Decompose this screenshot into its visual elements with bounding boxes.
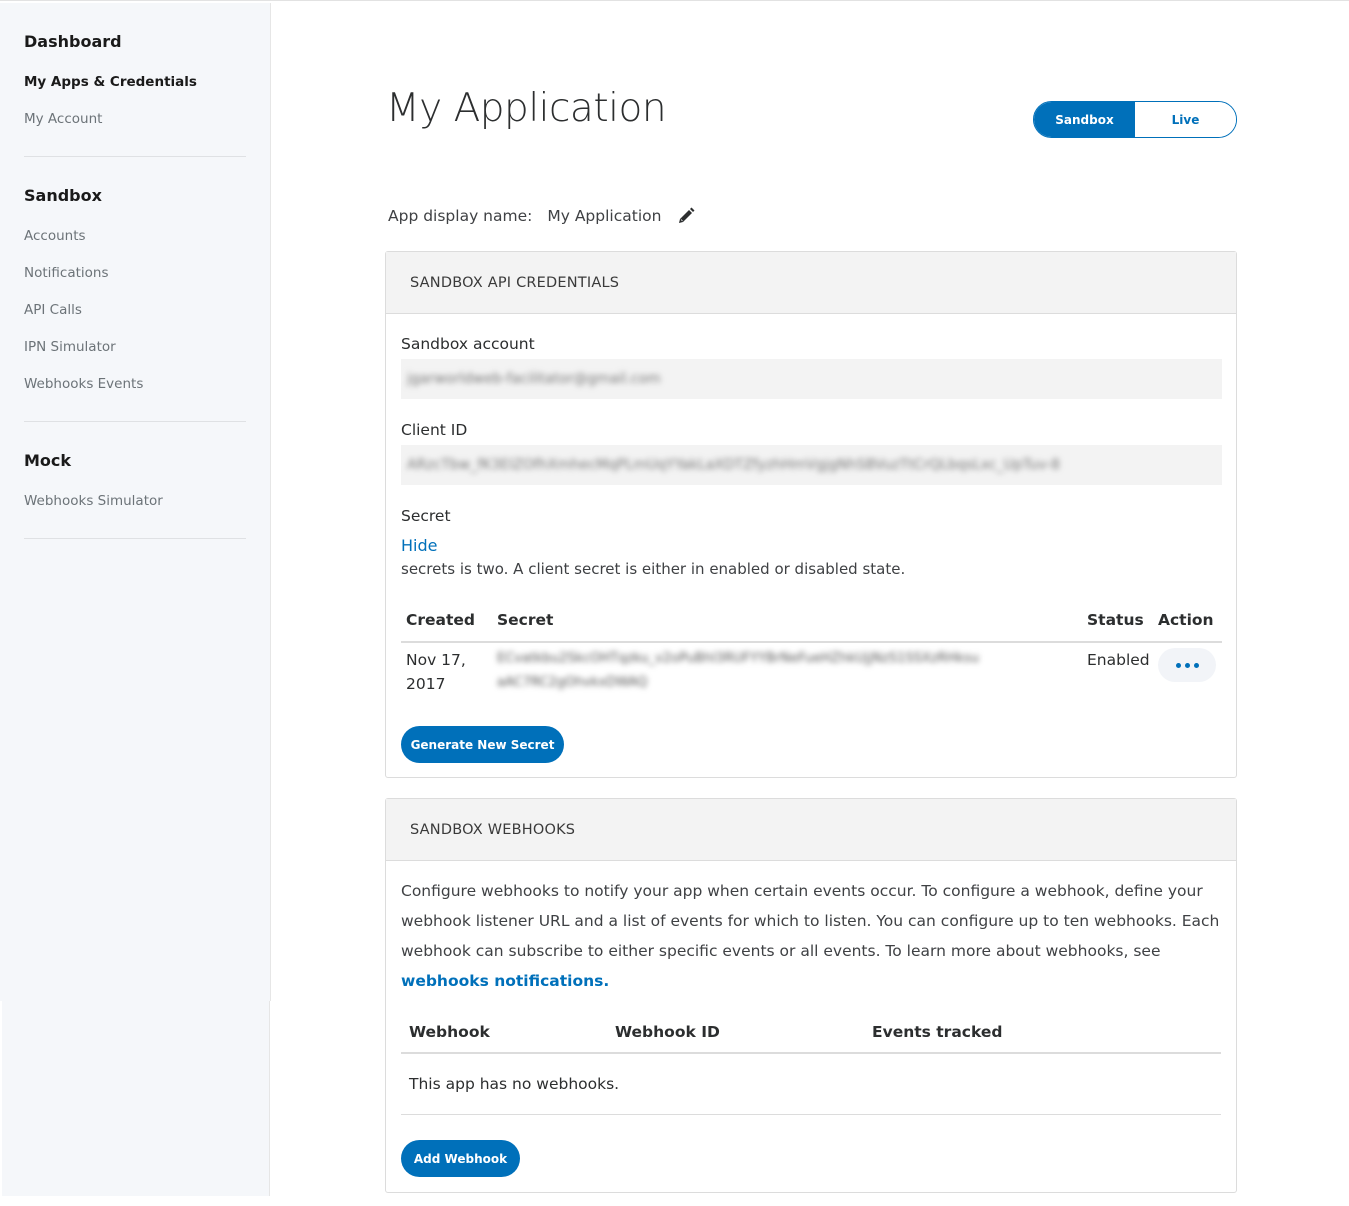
sidebar-divider [24,421,246,422]
sandbox-account-field[interactable]: jgarworldweb-facilitator@gmail.com [401,359,1222,399]
empty-webhooks-message: This app has no webhooks. [409,1075,620,1093]
secret-value-line2: aAC7RC2gOhvkxDWAQ [497,675,648,690]
sidebar-heading-dashboard: Dashboard [24,32,122,51]
app-display-name: App display name: My Application [388,206,696,226]
secret-value-line1: ECvatkbu2SkcOHTqzku_v2oPuBhI3RUFYYBrNeFu… [497,651,979,666]
sandbox-webhooks-card: SANDBOX WEBHOOKS Configure webhooks to n… [385,798,1237,1193]
webhooks-description: Configure webhooks to notify your app wh… [401,876,1221,996]
sidebar-heading-mock: Mock [24,451,72,470]
secret-note: secrets is two. A client secret is eithe… [401,560,906,578]
secret-label: Secret [401,507,451,525]
sidebar-item-notifications[interactable]: Notifications [24,265,109,281]
sidebar-item-api-calls[interactable]: API Calls [24,302,82,318]
column-header-webhook: Webhook [409,1023,490,1041]
sidebar-divider [24,538,246,539]
sandbox-api-credentials-card: SANDBOX API CREDENTIALS Sandbox account … [385,251,1237,778]
column-header-action: Action [1158,611,1214,629]
sandbox-account-label: Sandbox account [401,335,535,353]
sandbox-toggle-button[interactable]: Sandbox [1034,102,1135,137]
sidebar-item-webhooks-simulator[interactable]: Webhooks Simulator [24,493,163,509]
hide-secret-link[interactable]: Hide [401,536,437,555]
column-header-created: Created [406,611,476,629]
webhooks-notifications-link[interactable]: webhooks notifications. [401,972,609,990]
display-name-label: App display name: [388,207,533,225]
client-id-field[interactable]: ARzcTbw_fK3EIZOfhXmhecMqPLmUqYYakLaXDTZf… [401,445,1222,485]
webhooks-description-text: Configure webhooks to notify your app wh… [401,882,1220,960]
sidebar-item-webhooks-events[interactable]: Webhooks Events [24,376,143,392]
sidebar-section-sandbox: Sandbox Accounts Notifications API Calls… [24,186,246,392]
more-actions-button[interactable] [1158,648,1216,682]
generate-new-secret-button[interactable]: Generate New Secret [401,726,564,763]
sidebar-section-mock: Mock Webhooks Simulator [24,451,246,509]
sidebar-item-my-account[interactable]: My Account [24,111,102,127]
table-header-rule [401,1052,1221,1054]
table-header-rule [401,641,1222,643]
more-horizontal-icon [1175,662,1181,668]
webhooks-card-title: SANDBOX WEBHOOKS [386,799,1236,861]
page-title: My Application [386,86,667,131]
sidebar-item-accounts[interactable]: Accounts [24,228,86,244]
more-horizontal-icon-dot [1193,662,1199,668]
sandbox-account-value: jgarworldweb-facilitator@gmail.com [407,371,661,387]
display-name-value: My Application [547,207,662,225]
live-toggle-button[interactable]: Live [1135,102,1236,137]
column-header-secret: Secret [497,611,554,629]
sidebar-section-dashboard: Dashboard My Apps & Credentials My Accou… [24,32,246,127]
more-horizontal-icon-dot [1184,662,1190,668]
sidebar-item-my-apps[interactable]: My Apps & Credentials [24,74,197,90]
created-date-line1: Nov 17, [406,651,466,669]
client-id-value: ARzcTbw_fK3EIZOfhXmhecMqPLmUqYYakLaXDTZf… [407,457,1060,473]
sidebar: Dashboard My Apps & Credentials My Accou… [0,3,271,1001]
pencil-icon[interactable] [676,206,696,226]
environment-toggle[interactable]: Sandbox Live [1033,101,1237,138]
sidebar-extension [2,1001,270,1196]
secret-status: Enabled [1087,651,1150,669]
sidebar-heading-sandbox: Sandbox [24,186,102,205]
sidebar-divider [24,156,246,157]
credentials-card-title: SANDBOX API CREDENTIALS [386,252,1236,314]
column-header-status: Status [1087,611,1144,629]
client-id-label: Client ID [401,421,468,439]
table-bottom-rule [401,1114,1221,1115]
column-header-webhook-id: Webhook ID [615,1023,720,1041]
created-date-line2: 2017 [406,675,446,693]
add-webhook-button[interactable]: Add Webhook [401,1140,520,1177]
sidebar-item-ipn-simulator[interactable]: IPN Simulator [24,339,116,355]
column-header-events-tracked: Events tracked [872,1023,1003,1041]
